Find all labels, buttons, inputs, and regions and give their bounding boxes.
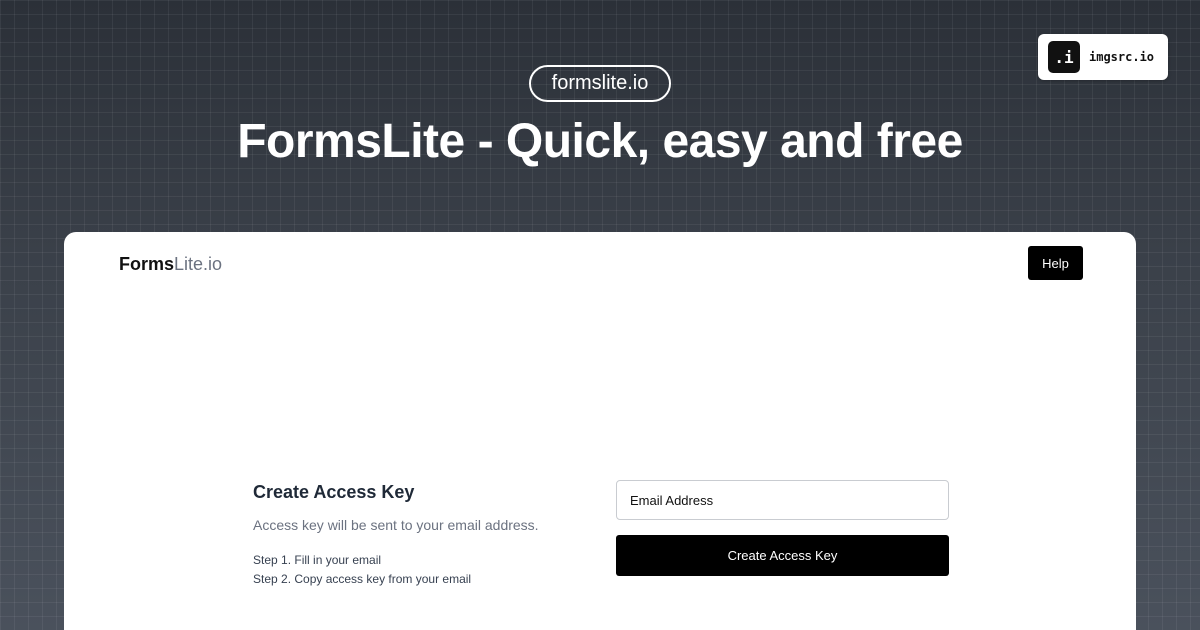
imgsrc-badge: .i imgsrc.io bbox=[1038, 34, 1168, 80]
page-headline: FormsLite - Quick, easy and free bbox=[237, 115, 963, 168]
imgsrc-logo-icon: .i bbox=[1048, 41, 1080, 73]
app-card: FormsLite.io Help Create Access Key Acce… bbox=[64, 232, 1136, 630]
help-button[interactable]: Help bbox=[1028, 246, 1083, 280]
step-1-text: Step 1. Fill in your email bbox=[253, 553, 382, 567]
form-title: Create Access Key bbox=[253, 482, 415, 502]
badge-label: imgsrc.io bbox=[1089, 50, 1155, 64]
domain-pill: formslite.io bbox=[529, 65, 671, 102]
brand-strong-text: Forms bbox=[119, 254, 175, 274]
step-2-text: Step 2. Copy access key from your email bbox=[253, 572, 472, 586]
email-field[interactable] bbox=[616, 480, 949, 520]
create-access-key-button[interactable]: Create Access Key bbox=[616, 535, 949, 576]
brand-logo[interactable]: FormsLite.io bbox=[119, 254, 222, 275]
brand-light-text: Lite.io bbox=[174, 254, 223, 274]
form-subtitle: Access key will be sent to your email ad… bbox=[253, 517, 539, 533]
